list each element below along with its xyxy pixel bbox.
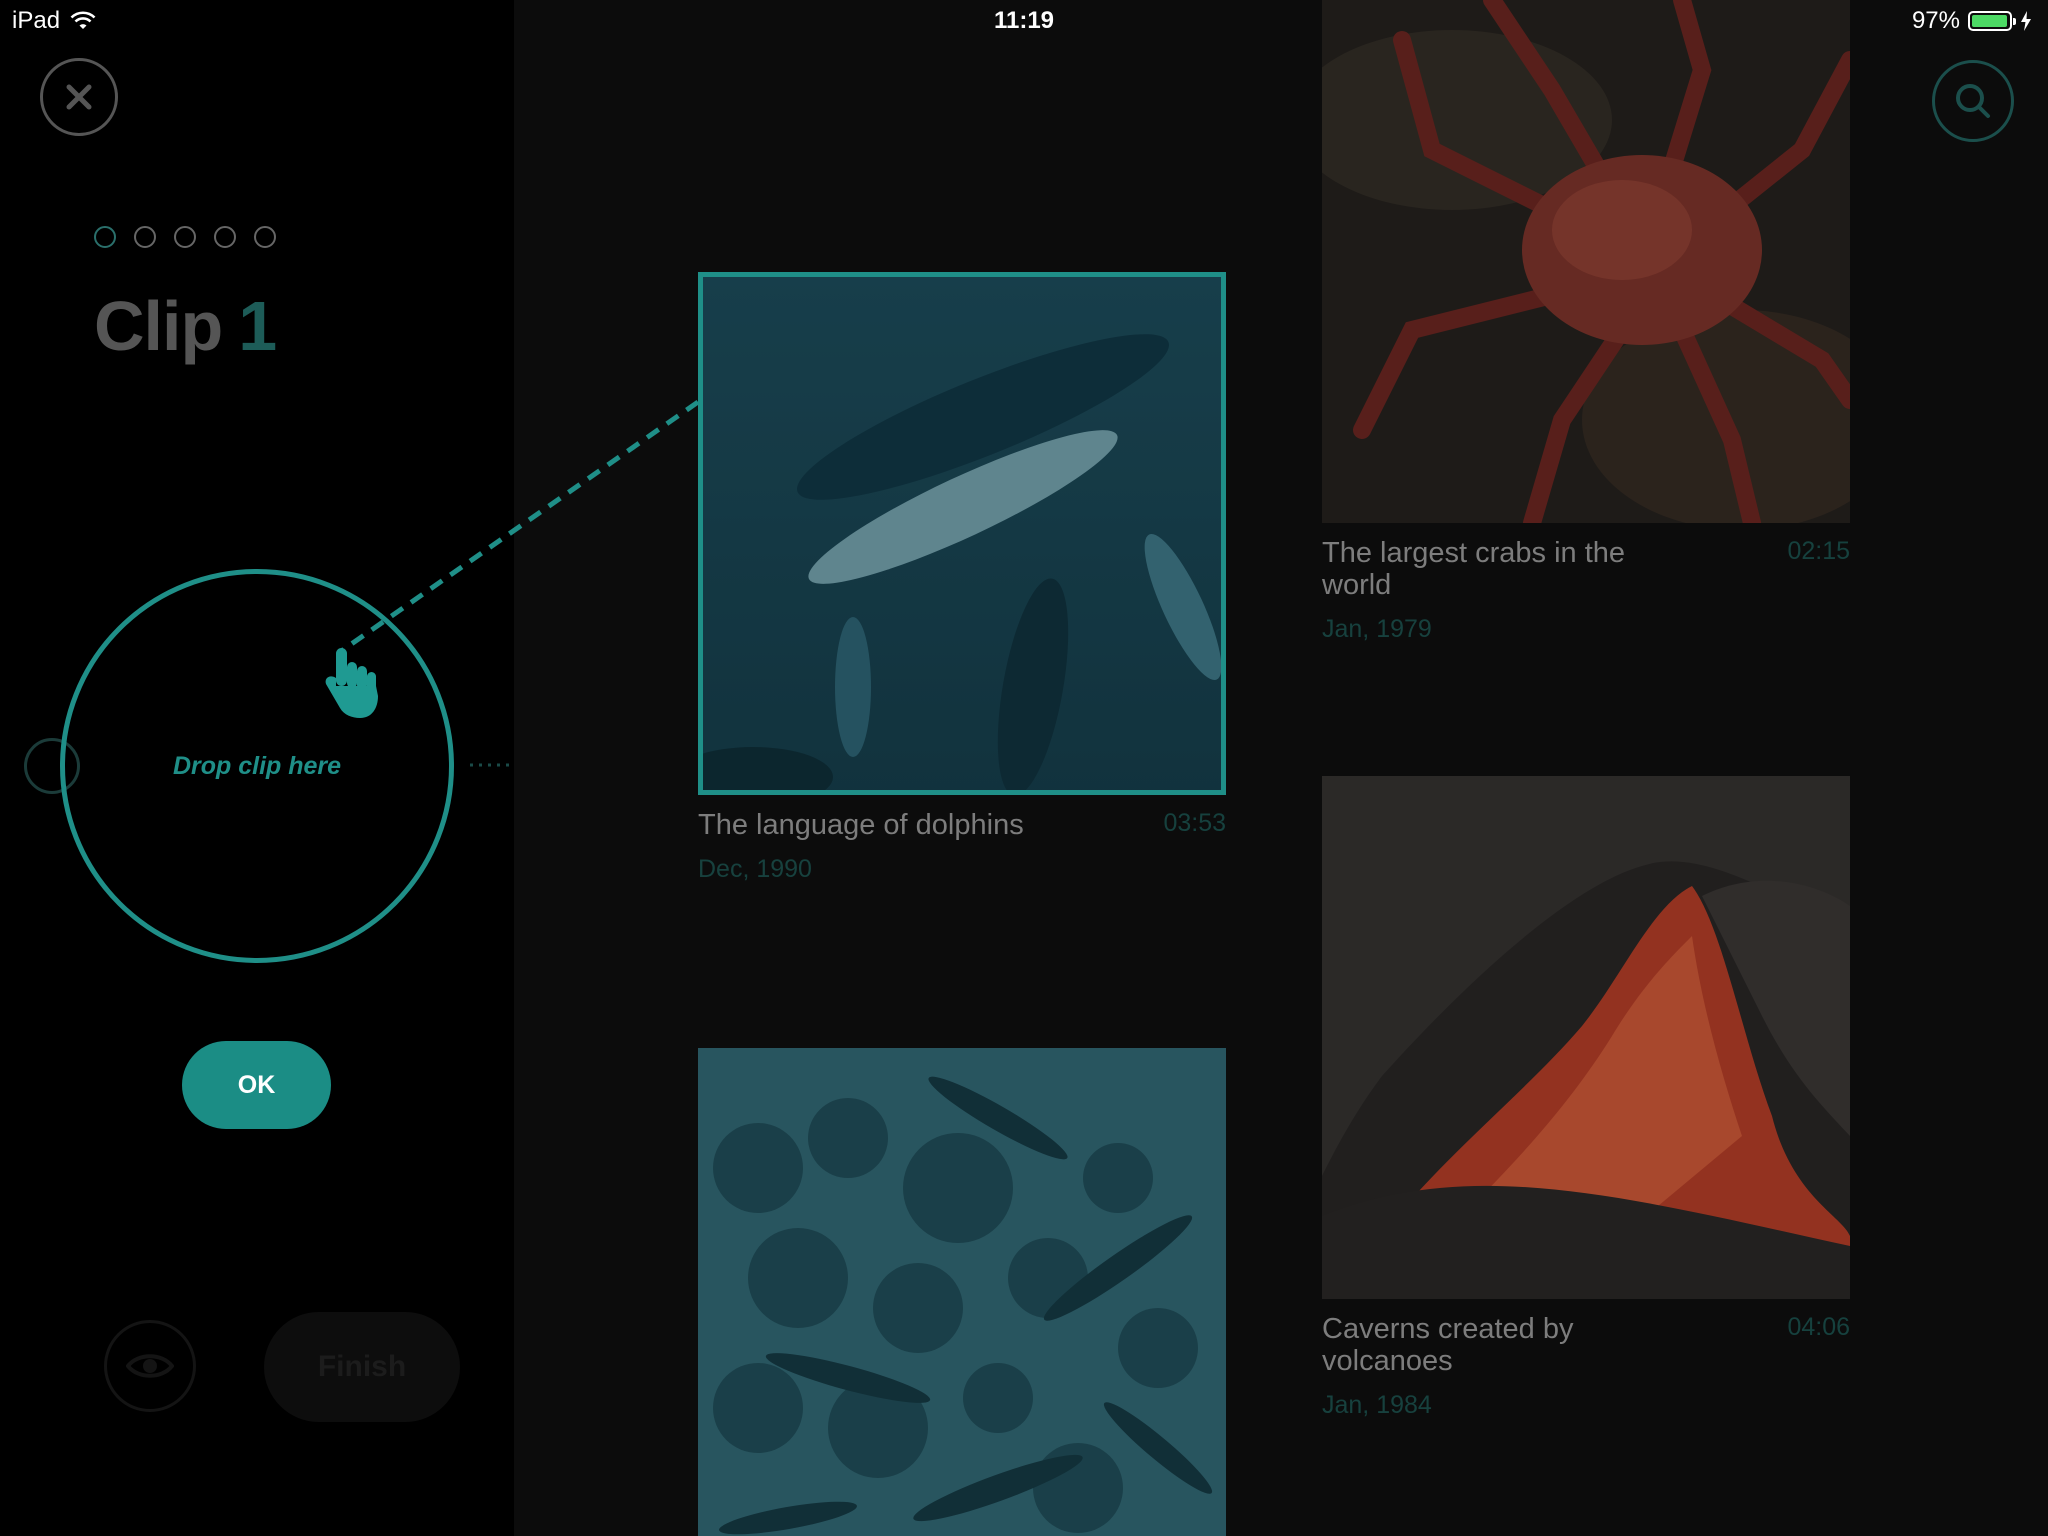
clip-step-title: Clip 1 [94, 286, 277, 366]
clip-thumbnail [1322, 0, 1850, 523]
clip-card-sharks[interactable] [698, 1048, 1226, 1536]
ok-button[interactable]: OK [182, 1041, 331, 1129]
clip-meta: The largest crabs in the world 02:15 Jan… [1322, 537, 1850, 644]
battery-percent: 97% [1911, 7, 1960, 34]
clip-title: The largest crabs in the world [1322, 537, 1626, 601]
close-icon [66, 84, 92, 110]
clip-duration: 04:06 [1787, 1313, 1850, 1341]
clip-duration: 02:15 [1787, 537, 1850, 565]
close-button[interactable] [40, 58, 118, 136]
finish-button[interactable]: Finish [264, 1312, 460, 1422]
eye-icon [126, 1354, 174, 1378]
clip-panel: Clip 1 Drop clip here OK Finish [0, 0, 514, 1536]
battery-fill [1972, 15, 2007, 27]
clip-title: Caverns created by volcanoes [1322, 1313, 1574, 1377]
status-time: 11:19 [993, 7, 1055, 34]
clip-thumbnail [698, 1048, 1226, 1536]
search-icon [1956, 84, 1990, 118]
step-dot [214, 226, 236, 248]
clip-drop-zone[interactable]: Drop clip here [60, 569, 454, 963]
drag-hand-icon [322, 648, 384, 725]
clip-thumbnail [1322, 776, 1850, 1299]
clip-title: The language of dolphins [698, 809, 1024, 841]
clip-card-crabs[interactable]: The largest crabs in the world 02:15 Jan… [1322, 0, 1850, 644]
charging-icon [2021, 11, 2031, 31]
clip-meta: Caverns created by volcanoes 04:06 Jan, … [1322, 1313, 1850, 1420]
status-bar: iPad 11:19 97% [0, 0, 2048, 40]
clip-meta: The language of dolphins 03:53 Dec, 1990 [698, 809, 1226, 884]
clip-date: Jan, 1984 [1322, 1391, 1432, 1419]
clip-date: Dec, 1990 [698, 855, 812, 883]
step-dot [94, 226, 116, 248]
clip-card-volcanoes[interactable]: Caverns created by volcanoes 04:06 Jan, … [1322, 776, 1850, 1420]
clip-duration: 03:53 [1163, 809, 1226, 837]
step-indicator [94, 226, 276, 248]
clip-date: Jan, 1979 [1322, 615, 1432, 643]
drop-zone-label: Drop clip here [172, 751, 342, 780]
clip-thumbnail [698, 272, 1226, 795]
battery-icon [1968, 11, 2016, 31]
step-dot [254, 226, 276, 248]
status-right: 97% [1912, 7, 2032, 35]
clip-title-word: Clip [94, 287, 223, 365]
search-button[interactable] [1932, 60, 2014, 142]
clip-card-dolphins[interactable]: The language of dolphins 03:53 Dec, 1990 [698, 272, 1226, 884]
clip-title-number: 1 [238, 287, 277, 365]
step-dot [174, 226, 196, 248]
preview-button[interactable] [104, 1320, 196, 1412]
step-dot [134, 226, 156, 248]
